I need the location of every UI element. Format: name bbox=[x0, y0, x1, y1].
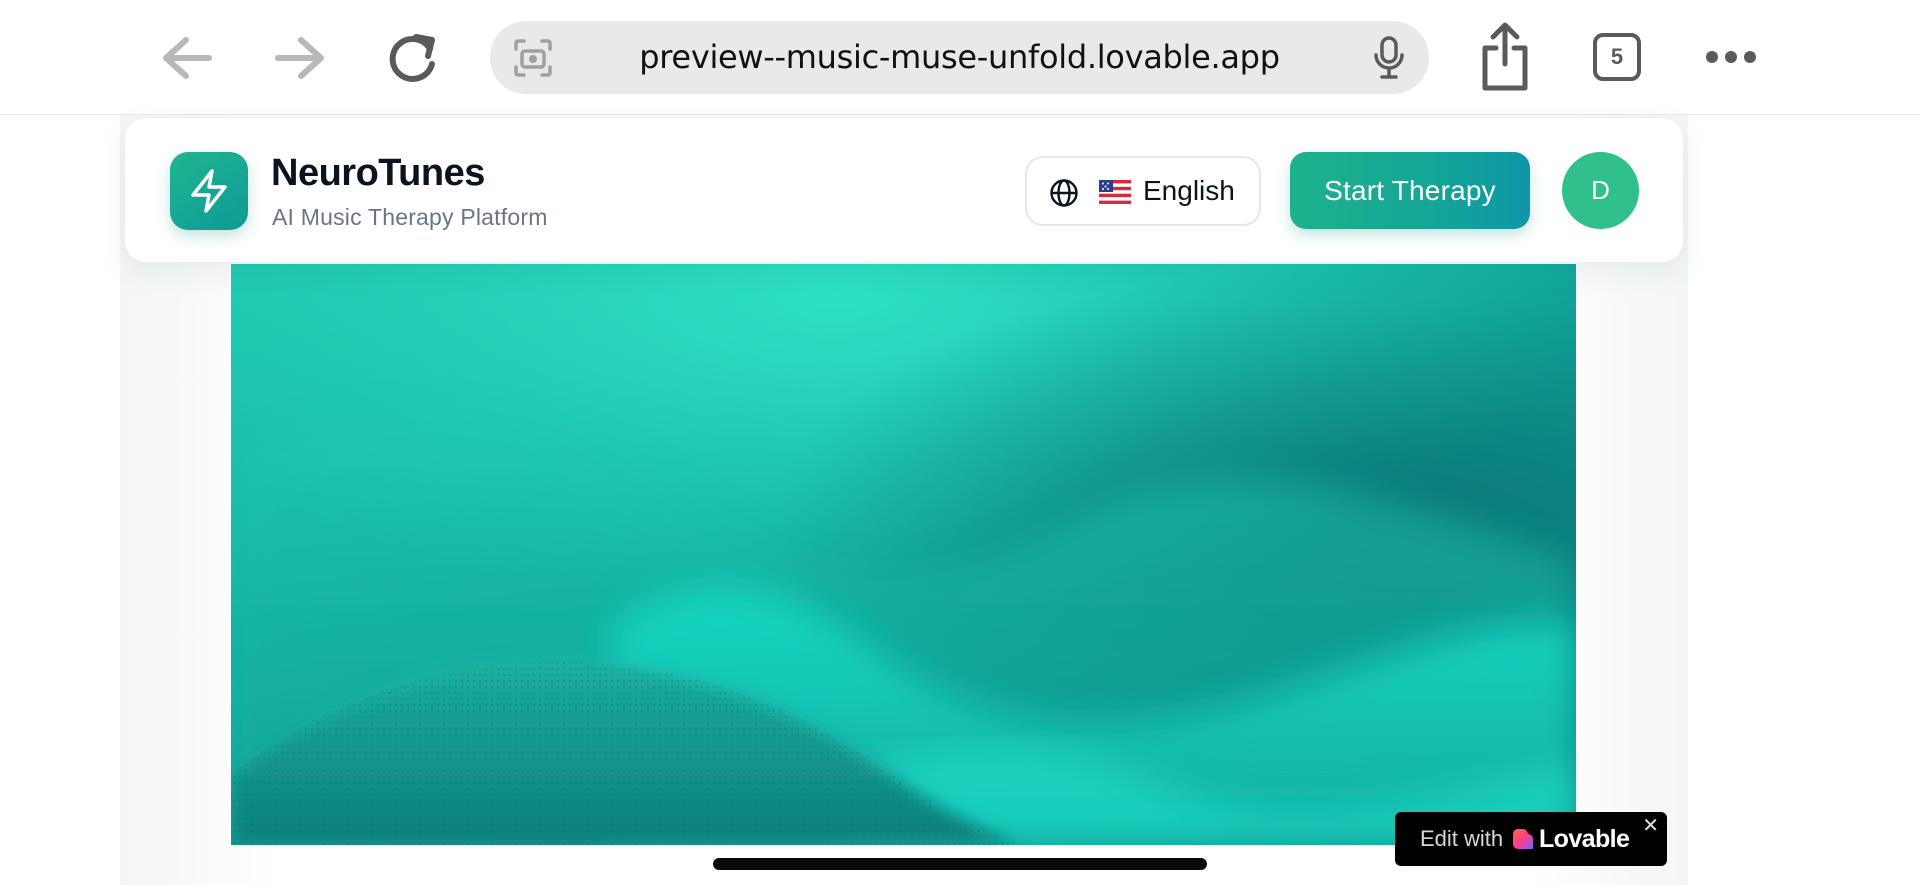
hero-image bbox=[231, 264, 1576, 845]
app-header: NeuroTunes AI Music Therapy Platform Eng… bbox=[124, 117, 1684, 263]
tab-count-button[interactable]: 5 bbox=[1593, 33, 1641, 81]
language-label: English bbox=[1143, 175, 1235, 206]
avatar[interactable]: D bbox=[1562, 152, 1639, 229]
share-icon[interactable] bbox=[1475, 20, 1535, 94]
home-indicator[interactable] bbox=[713, 858, 1207, 870]
edit-with-text: Edit with bbox=[1420, 826, 1504, 851]
more-icon[interactable] bbox=[1705, 48, 1757, 66]
us-flag-icon bbox=[1099, 180, 1131, 204]
back-arrow-icon[interactable] bbox=[150, 22, 222, 94]
lovable-brand: Lovable bbox=[1539, 825, 1630, 853]
url-text[interactable]: preview--music-muse-unfold.lovable.app bbox=[570, 21, 1349, 94]
reload-icon[interactable] bbox=[378, 22, 450, 94]
lightning-bolt-icon bbox=[191, 169, 227, 213]
lovable-heart-icon bbox=[1513, 829, 1533, 849]
browser-toolbar: preview--music-muse-unfold.lovable.app 5 bbox=[0, 0, 1920, 115]
visual-search-icon[interactable] bbox=[512, 37, 554, 79]
microphone-icon[interactable] bbox=[1371, 35, 1407, 81]
brand-name: NeuroTunes bbox=[271, 152, 485, 194]
wave-illustration bbox=[231, 264, 1576, 845]
logo[interactable] bbox=[170, 152, 248, 230]
language-selector[interactable]: English bbox=[1025, 156, 1261, 226]
start-therapy-button[interactable]: Start Therapy bbox=[1290, 152, 1530, 229]
brand-tagline: AI Music Therapy Platform bbox=[272, 204, 548, 230]
close-icon[interactable]: ✕ bbox=[1642, 816, 1659, 836]
forward-arrow-icon[interactable] bbox=[265, 22, 337, 94]
globe-icon bbox=[1050, 179, 1078, 207]
address-bar[interactable]: preview--music-muse-unfold.lovable.app bbox=[490, 21, 1429, 94]
edit-with-lovable-badge[interactable]: Edit with Lovable ✕ bbox=[1395, 812, 1667, 866]
